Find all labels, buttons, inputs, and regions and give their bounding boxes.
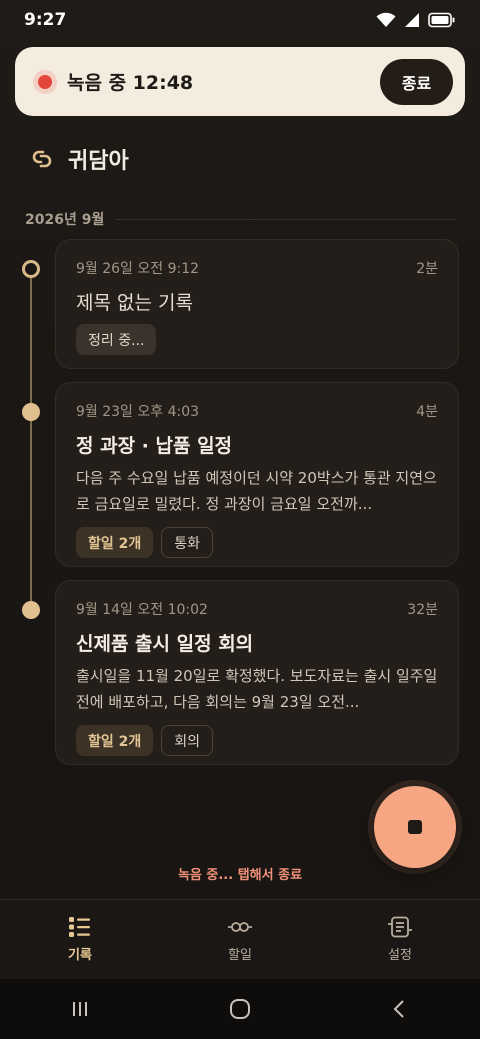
nav-settings[interactable]: 설정 [340, 916, 460, 963]
recording-duration: 2분 [416, 261, 438, 277]
timeline-line [30, 270, 32, 610]
recording-date: 9월 26일 오전 9:12 [76, 261, 200, 277]
recording-title: 정 과장 · 납품 일정 [76, 435, 233, 457]
app-header: 귀담아 [30, 142, 129, 176]
recording-card[interactable]: 9월 23일 오후 4:03 4분 정 과장 · 납품 일정 다음 주 수요일 … [55, 382, 459, 567]
status-time: 9:27 [24, 10, 67, 30]
recording-title: 신제품 출시 일정 회의 [76, 633, 254, 655]
todo-count-chip[interactable]: 할일 2개 [76, 725, 154, 756]
recording-card[interactable]: 9월 26일 오전 9:12 2분 제목 없는 기록 정리 중... [55, 239, 459, 369]
stop-record-fab[interactable] [374, 786, 456, 868]
status-bar: 9:27 [0, 0, 480, 40]
todo-count-chip[interactable]: 할일 2개 [76, 527, 154, 558]
recording-indicator-icon [33, 69, 57, 94]
processing-chip: 정리 중... [76, 324, 157, 355]
timeline-node [22, 601, 40, 619]
settings-icon [388, 916, 412, 938]
month-divider: 2026년 9월 [25, 208, 455, 230]
nav-todos-label: 할일 [228, 948, 252, 963]
app-title: 귀담아 [68, 149, 129, 174]
home-icon[interactable] [228, 997, 252, 1021]
timeline-node-current [22, 260, 40, 278]
todos-icon [228, 922, 252, 932]
recording-title: 제목 없는 기록 [76, 292, 193, 314]
status-icons [376, 12, 456, 28]
category-tag-chip[interactable]: 회의 [161, 725, 214, 756]
recording-date: 9월 14일 오전 10:02 [76, 602, 208, 618]
battery-icon [428, 12, 455, 28]
recording-duration: 32분 [407, 602, 438, 618]
recording-duration: 4분 [416, 404, 438, 420]
nav-records[interactable]: 기록 [20, 916, 140, 963]
recent-apps-icon[interactable] [69, 998, 91, 1020]
recording-hint: 녹음 중... 탭해서 종료 [177, 868, 303, 883]
stop-recording-button[interactable]: 종료 [380, 58, 453, 105]
wifi-icon [376, 12, 396, 27]
signal-icon [405, 13, 419, 27]
nav-todos[interactable]: 할일 [180, 916, 300, 963]
system-nav-bar [0, 979, 480, 1039]
month-label: 2026년 9월 [25, 212, 105, 228]
recording-status-text: 녹음 중 12:48 [67, 72, 194, 94]
recording-summary: 출시일을 11월 20일로 확정했다. 보도자료는 출시 일주일 전에 배포하고… [76, 667, 438, 711]
recording-banner: 녹음 중 12:48 종료 [15, 47, 465, 116]
recording-card[interactable]: 9월 14일 오전 10:02 32분 신제품 출시 일정 회의 출시일을 11… [55, 580, 459, 765]
nav-records-label: 기록 [68, 948, 92, 963]
recording-date: 9월 23일 오후 4:03 [76, 404, 200, 420]
category-tag-chip[interactable]: 통화 [161, 527, 214, 558]
app-logo-icon [32, 150, 52, 168]
records-list-icon [69, 917, 90, 937]
nav-settings-label: 설정 [388, 948, 412, 963]
record-fab-ring [368, 780, 462, 874]
bottom-nav: 기록 할일 설정 [0, 899, 480, 979]
back-icon[interactable] [389, 998, 411, 1020]
timeline-node [22, 403, 40, 421]
stop-icon [408, 820, 422, 834]
recording-summary: 다음 주 수요일 납품 예정이던 시약 20박스가 통관 지연으로 금요일로 밀… [76, 469, 437, 513]
divider-line [116, 218, 455, 220]
